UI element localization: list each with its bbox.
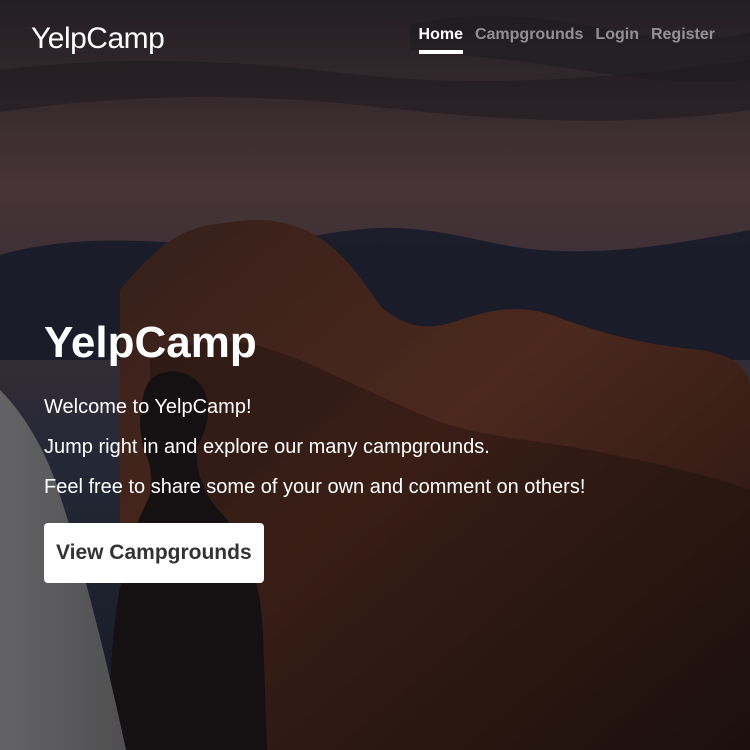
site-header: YelpCamp Home Campgrounds Login Register bbox=[0, 0, 750, 80]
landing-page: YelpCamp Home Campgrounds Login Register… bbox=[0, 0, 750, 750]
view-campgrounds-button[interactable]: View Campgrounds bbox=[44, 522, 264, 583]
hero-welcome-text: Welcome to YelpCamp! bbox=[44, 395, 252, 418]
hero-share-text: Feel free to share some of your own and … bbox=[44, 475, 586, 498]
nav-home-link[interactable]: Home bbox=[418, 26, 464, 54]
hero-title: YelpCamp bbox=[44, 318, 257, 367]
brand-logo[interactable]: YelpCamp bbox=[31, 22, 165, 56]
main-nav: Home Campgrounds Login Register bbox=[418, 26, 715, 54]
hero-section: YelpCamp Welcome to YelpCamp! Jump right… bbox=[44, 318, 684, 583]
nav-login-link[interactable]: Login bbox=[595, 26, 639, 54]
hero-explore-text: Jump right in and explore our many campg… bbox=[44, 435, 490, 458]
nav-register-link[interactable]: Register bbox=[651, 26, 715, 54]
nav-campgrounds-link[interactable]: Campgrounds bbox=[475, 26, 583, 54]
